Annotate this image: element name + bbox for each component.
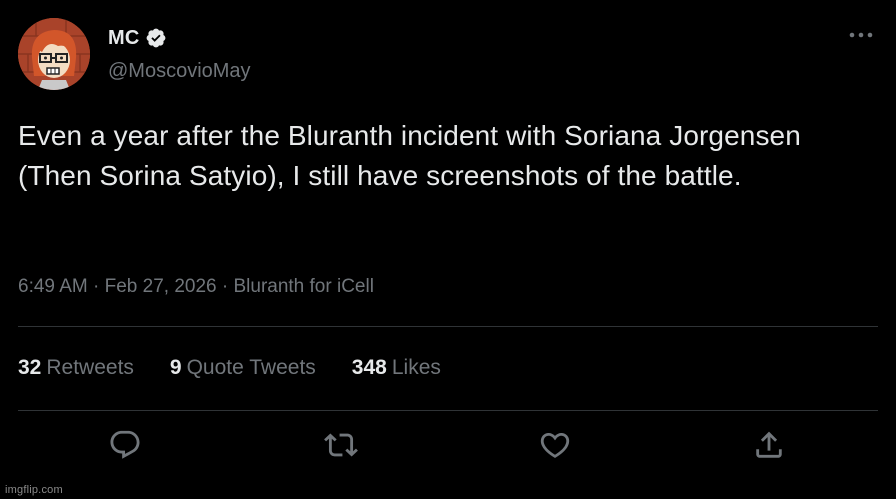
- tweet-text: Even a year after the Bluranth incident …: [18, 120, 801, 191]
- meta-separator: ·: [87, 276, 105, 297]
- quote-tweets-count: 9: [169, 356, 182, 379]
- like-button[interactable]: [538, 428, 572, 462]
- divider: [18, 410, 878, 411]
- like-icon: [540, 432, 570, 458]
- avatar[interactable]: [18, 18, 90, 90]
- quote-tweets-label: Quote Tweets: [186, 356, 316, 379]
- reply-button[interactable]: [108, 428, 142, 462]
- engagement-stats: 32 Retweets 9 Quote Tweets 348 Likes: [18, 356, 477, 380]
- avatar-image: [18, 18, 90, 90]
- share-button[interactable]: [752, 428, 786, 462]
- author-name[interactable]: MC: [108, 27, 140, 50]
- reply-icon: [110, 430, 140, 459]
- tweet-date[interactable]: Feb 27, 2026: [105, 276, 217, 297]
- retweets-count: 32: [18, 356, 42, 379]
- divider: [18, 326, 878, 327]
- tweet-meta: 6:49 AM · Feb 27, 2026 · Bluranth for iC…: [18, 276, 374, 298]
- retweet-icon: [324, 433, 358, 457]
- author-handle[interactable]: @MoscovioMay: [108, 60, 251, 83]
- tweet-time[interactable]: 6:49 AM: [18, 276, 88, 297]
- retweets-label: Retweets: [46, 356, 134, 379]
- tweet-card: MC @MoscovioMay Even a year after the Bl…: [0, 0, 896, 499]
- share-icon: [756, 431, 782, 458]
- meta-separator: ·: [216, 276, 234, 297]
- retweets-stat[interactable]: 32 Retweets: [18, 356, 134, 380]
- tweet-source[interactable]: Bluranth for iCell: [233, 276, 373, 297]
- watermark: imgflip.com: [5, 484, 63, 496]
- author-name-row[interactable]: MC: [108, 24, 167, 52]
- likes-label: Likes: [391, 356, 441, 379]
- quote-tweets-stat[interactable]: 9 Quote Tweets: [170, 356, 316, 380]
- likes-stat[interactable]: 348 Likes: [352, 356, 441, 380]
- retweet-button[interactable]: [324, 428, 358, 462]
- more-options-icon[interactable]: [848, 28, 874, 40]
- verified-badge-icon: [145, 27, 167, 49]
- likes-count: 348: [351, 356, 387, 379]
